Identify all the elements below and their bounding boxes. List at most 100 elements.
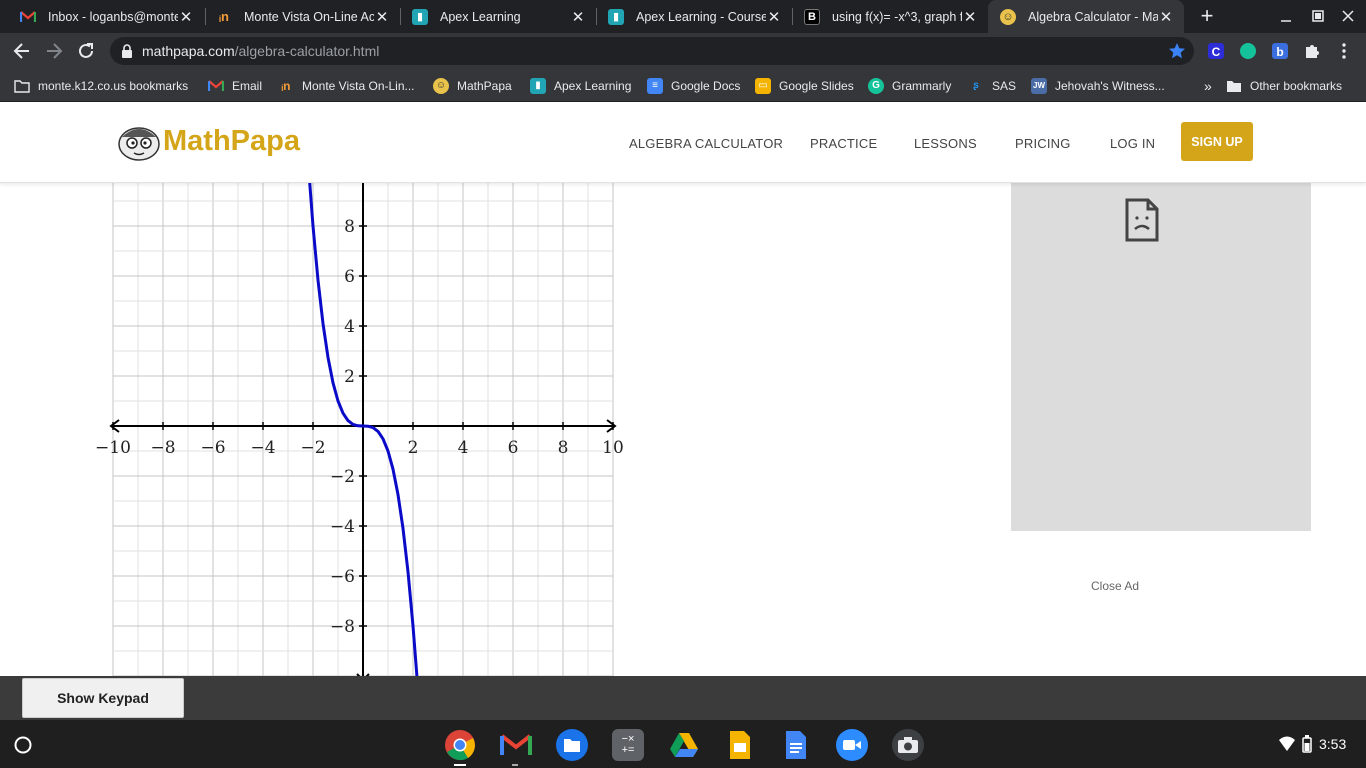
monte-vista-icon: ᵢn [219,9,229,24]
minimize-icon[interactable] [1276,6,1296,26]
bookmark-grammarly[interactable]: G Grammarly [868,77,951,94]
bookmark-label: MathPapa [457,78,512,93]
launcher-icon[interactable] [12,734,34,761]
bookmark-label: Email [232,78,263,93]
x-tick-label: 4 [458,438,469,458]
maximize-icon[interactable] [1308,6,1328,26]
bookmark-apex[interactable]: ▮ Apex Learning [530,77,631,94]
close-icon[interactable]: ✕ [570,8,586,26]
sas-icon: ʂ [973,80,979,91]
tab-title: Apex Learning - Courses [636,9,766,24]
extension-grammarly-icon[interactable] [1237,40,1259,62]
zoom-icon[interactable] [836,729,868,761]
folder-icon [14,78,30,94]
tab-title: Algebra Calculator - MathPapa [1028,9,1158,24]
bookmarks-bar: monte.k12.co.us bookmarks Email ᵢn Monte … [0,69,1366,102]
y-tick-label: −2 [330,467,355,487]
folder-icon [1226,78,1242,94]
bookmark-mathpapa[interactable]: ☺ MathPapa [433,77,512,94]
close-icon[interactable]: ✕ [962,8,978,26]
tab-title: Apex Learning [440,9,521,24]
graph-axes [109,183,617,676]
tab-title: Inbox - loganbs@monte.k12.co.us [48,9,178,24]
close-ad-link[interactable]: Close Ad [1091,579,1139,593]
nav-log-in[interactable]: LOG IN [1110,136,1155,151]
broken-page-icon [1124,197,1160,248]
sign-up-button[interactable]: SIGN UP [1181,122,1253,161]
bookmark-sas[interactable]: ʂ SAS [968,77,1016,94]
close-icon[interactable]: ✕ [766,8,782,26]
chrome-icon[interactable] [444,729,476,761]
tab-apex[interactable]: ▮ Apex Learning ✕ [400,0,596,33]
site-logo-text[interactable]: MathPapa [163,125,300,158]
x-tick-label: 6 [508,438,519,458]
tab-gmail[interactable]: Inbox - loganbs@monte.k12.co.us ✕ [8,0,204,33]
tab-brainly[interactable]: B using f(x)= -x^3, graph f(x) ✕ [792,0,988,33]
lock-icon [120,43,134,64]
mathpapa-icon: ☺ [1000,8,1016,25]
wifi-icon[interactable] [1278,736,1296,757]
svg-text:b: b [1276,45,1283,59]
bookmark-jw[interactable]: JW Jehovah's Witness... [1031,77,1165,94]
x-tick-label: −2 [300,438,325,458]
mathpapa-logo-icon[interactable] [117,123,161,166]
page-content: MathPapa ALGEBRA CALCULATOR PRACTICE LES… [0,103,1366,676]
bookmark-email[interactable]: Email [208,77,262,94]
show-keypad-button[interactable]: Show Keypad [22,678,184,718]
running-indicator [512,764,518,766]
gmail-icon[interactable] [500,729,532,761]
extension-c-icon[interactable]: C [1205,40,1227,62]
svg-text:C: C [1212,45,1221,59]
y-tick-label: −8 [330,617,355,637]
browser-toolbar: mathpapa.com/algebra-calculator.html C b [0,33,1366,69]
bookmark-monte-folder[interactable]: monte.k12.co.us bookmarks [14,77,188,94]
battery-icon[interactable] [1302,735,1312,758]
nav-pricing[interactable]: PRICING [1015,136,1071,151]
address-bar[interactable]: mathpapa.com/algebra-calculator.html [110,37,1194,65]
tab-title: using f(x)= -x^3, graph f(x) [832,9,962,24]
files-icon[interactable] [556,729,588,761]
bookmark-monte-vista[interactable]: ᵢn Monte Vista On-Lin... [278,77,415,94]
nav-algebra-calculator[interactable]: ALGEBRA CALCULATOR [629,136,783,151]
bookmark-label: Grammarly [892,78,952,93]
new-tab-button[interactable]: + [1196,4,1218,28]
nav-lessons[interactable]: LESSONS [914,136,977,151]
drive-icon[interactable] [668,729,700,761]
gmail-icon [208,78,224,94]
close-icon[interactable]: ✕ [1158,8,1174,26]
tab-apex-courses[interactable]: ▮ Apex Learning - Courses ✕ [596,0,792,33]
tab-monte-vista[interactable]: ᵢn Monte Vista On-Line Academy ✕ [204,0,400,33]
menu-kebab-icon[interactable] [1333,40,1355,62]
bookmark-google-docs[interactable]: ≡ Google Docs [647,77,740,94]
calculator-icon[interactable]: −× += [612,729,644,761]
forward-icon[interactable] [43,40,65,62]
nav-practice[interactable]: PRACTICE [810,136,877,151]
x-tick-label: −4 [250,438,275,458]
tab-mathpapa[interactable]: ☺ Algebra Calculator - MathPapa ✕ [988,0,1184,33]
camera-icon[interactable] [892,729,924,761]
mathpapa-icon: ☺ [433,77,449,94]
reload-icon[interactable] [75,40,97,62]
bookmark-google-slides[interactable]: ▭ Google Slides [755,77,854,94]
slides-icon: ▭ [755,77,771,94]
close-icon[interactable]: ✕ [374,8,390,26]
close-window-icon[interactable] [1338,6,1358,26]
star-icon[interactable] [1168,42,1186,65]
close-icon[interactable]: ✕ [178,8,194,26]
slides-icon[interactable] [724,729,756,761]
y-tick-label: −4 [330,517,355,537]
back-icon[interactable] [11,40,33,62]
brainly-icon: B [804,8,820,25]
bookmarks-overflow-button[interactable]: » [1204,77,1212,94]
bookmark-label: Monte Vista On-Lin... [302,78,415,93]
ad-placeholder [1011,183,1311,531]
docs-icon: ≡ [647,77,663,94]
clock[interactable]: 3:53 [1319,736,1346,752]
bookmark-label: SAS [992,78,1017,93]
extensions-puzzle-icon[interactable] [1301,40,1323,62]
extension-b-icon[interactable]: b [1269,40,1291,62]
running-indicator [454,764,466,766]
docs-icon[interactable] [780,729,812,761]
os-shelf: −× += 3:53 [0,720,1366,768]
bookmark-other[interactable]: Other bookmarks [1226,77,1342,94]
